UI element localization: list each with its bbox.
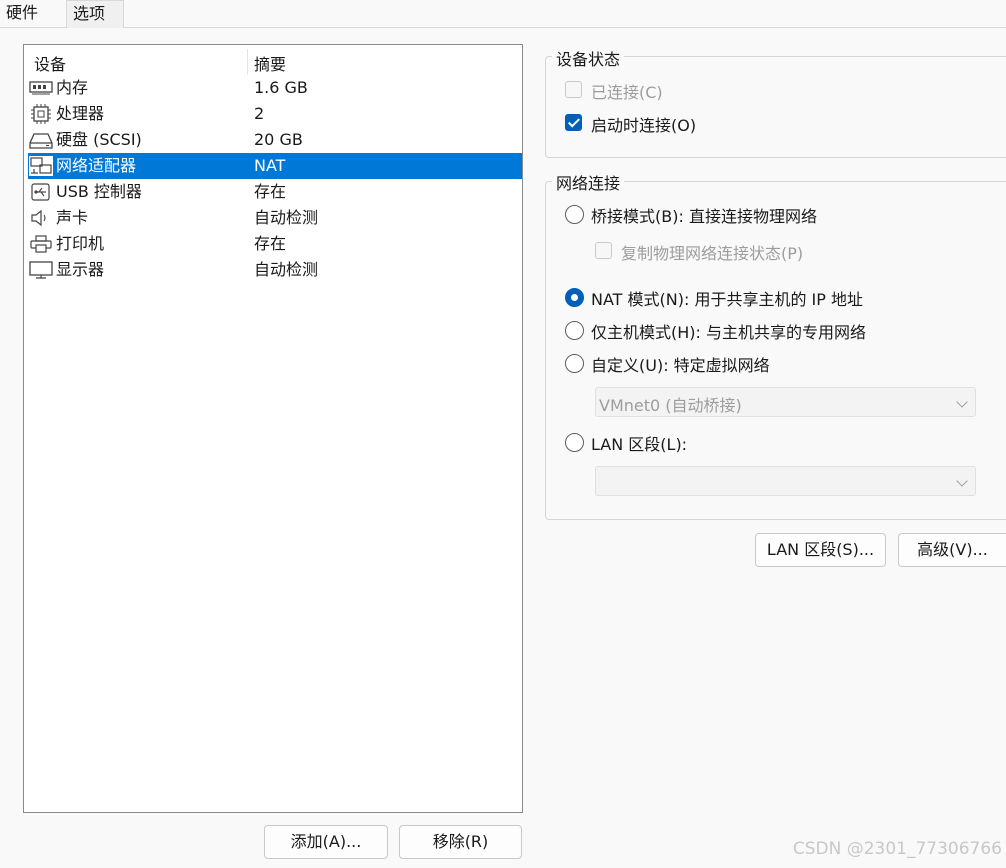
device-name: 硬盘 (SCSI)	[56, 130, 142, 149]
tab-hardware[interactable]: 硬件	[0, 0, 67, 27]
lan-segment-label: LAN 区段(L):	[591, 435, 688, 454]
custom-label: 自定义(U): 特定虚拟网络	[591, 356, 770, 375]
memory-icon	[29, 78, 53, 98]
device-name: 打印机	[56, 234, 105, 253]
advanced-button[interactable]: 高级(V)...	[898, 533, 1006, 567]
lan-segments-button[interactable]: LAN 区段(S)...	[755, 533, 886, 567]
printer-icon	[29, 234, 53, 254]
device-status-group	[545, 56, 1006, 158]
device-summary: 自动检测	[254, 260, 319, 279]
network-connection-title: 网络连接	[552, 170, 625, 194]
add-button[interactable]: 添加(A)...	[264, 825, 388, 859]
device-name: 显示器	[56, 260, 105, 279]
display-icon	[29, 260, 53, 280]
device-summary: 2	[254, 104, 265, 123]
chevron-down-icon	[956, 396, 968, 408]
bridged-radio[interactable]	[565, 205, 584, 224]
remove-button[interactable]: 移除(R)	[399, 825, 522, 859]
column-header-summary[interactable]: 摘要	[254, 51, 286, 75]
usb-icon	[29, 182, 53, 202]
tab-options[interactable]: 选项	[66, 0, 124, 28]
device-list[interactable]: 设备 摘要 内存 1.6 GB 处理器 2 硬盘 (SCSI) 20 GB 网络…	[23, 44, 523, 813]
bridged-label: 桥接模式(B): 直接连接物理网络	[591, 207, 817, 226]
replicate-state-label: 复制物理网络连接状态(P)	[621, 244, 804, 263]
connect-at-power-on-label: 启动时连接(O)	[591, 116, 697, 135]
device-name: 网络适配器	[56, 155, 139, 177]
network-adapter-icon	[29, 156, 53, 176]
custom-radio[interactable]	[565, 354, 584, 373]
device-row-usb-controller[interactable]: USB 控制器 存在	[28, 179, 522, 205]
device-name: 处理器	[56, 104, 105, 123]
device-row-network-adapter[interactable]: 网络适配器 NAT	[28, 153, 522, 179]
host-only-label: 仅主机模式(H): 与主机共享的专用网络	[591, 323, 866, 342]
lan-segment-select[interactable]	[595, 466, 976, 496]
hard-disk-icon	[29, 130, 53, 150]
column-header-device[interactable]: 设备	[34, 51, 66, 75]
tab-bar: 硬件 选项	[0, 0, 1006, 28]
device-row-display[interactable]: 显示器 自动检测	[28, 257, 522, 283]
device-name: 声卡	[56, 208, 89, 227]
device-name: USB 控制器	[56, 182, 142, 201]
chevron-down-icon	[956, 475, 968, 487]
speaker-icon	[29, 208, 53, 228]
host-only-radio[interactable]	[565, 321, 584, 340]
custom-network-select[interactable]: VMnet0 (自动桥接)	[595, 387, 976, 417]
watermark: CSDN @2301_77306766	[792, 839, 1002, 859]
device-row-memory[interactable]: 内存 1.6 GB	[28, 75, 522, 101]
device-row-sound-card[interactable]: 声卡 自动检测	[28, 205, 522, 231]
column-divider[interactable]	[247, 49, 248, 75]
custom-network-value: VMnet0 (自动桥接)	[599, 396, 742, 415]
device-summary: 自动检测	[254, 208, 319, 227]
device-row-processor[interactable]: 处理器 2	[28, 101, 522, 127]
connect-at-power-on-checkbox[interactable]	[565, 114, 582, 131]
device-summary: 存在	[254, 234, 287, 253]
device-name: 内存	[56, 78, 89, 97]
device-row-hard-disk[interactable]: 硬盘 (SCSI) 20 GB	[28, 127, 522, 153]
device-row-printer[interactable]: 打印机 存在	[28, 231, 522, 257]
device-summary: 1.6 GB	[254, 78, 308, 97]
device-status-title: 设备状态	[552, 46, 625, 70]
nat-label: NAT 模式(N): 用于共享主机的 IP 地址	[591, 290, 864, 309]
device-summary: 20 GB	[254, 130, 303, 149]
processor-icon	[29, 104, 53, 124]
nat-radio[interactable]	[565, 288, 584, 307]
connected-label: 已连接(C)	[591, 83, 663, 102]
device-summary: 存在	[254, 182, 287, 201]
connected-checkbox[interactable]	[565, 81, 582, 98]
lan-segment-radio[interactable]	[565, 433, 584, 452]
device-summary: NAT	[254, 156, 286, 175]
replicate-state-checkbox[interactable]	[595, 242, 612, 259]
